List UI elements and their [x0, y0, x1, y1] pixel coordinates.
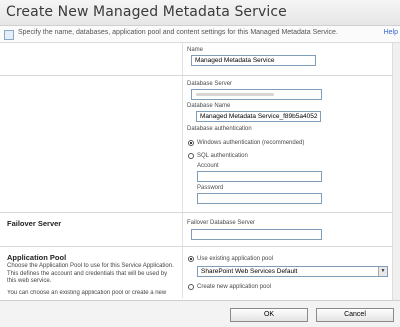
sql-auth-label: SQL authentication: [197, 153, 248, 159]
app-pool-select[interactable]: SharePoint Web Services Default ▼: [197, 266, 388, 277]
database-server-input[interactable]: [191, 89, 322, 100]
help-link[interactable]: Help: [384, 29, 398, 36]
info-icon: [4, 30, 14, 40]
section-divider: [0, 246, 392, 247]
description-bar: Specify the name, databases, application…: [0, 26, 400, 43]
blurred-server-value: [196, 93, 274, 96]
database-name-label: Database Name: [187, 103, 231, 109]
database-name-input[interactable]: Managed Metadata Service_f89b5a4052: [196, 111, 321, 122]
cancel-button[interactable]: Cancel: [316, 308, 394, 322]
account-input[interactable]: [197, 171, 322, 182]
section-divider: [0, 75, 392, 76]
use-existing-pool-label: Use existing application pool: [197, 256, 274, 262]
account-label: Account: [197, 163, 219, 169]
dialog-description: Specify the name, databases, application…: [18, 29, 338, 36]
app-pool-selected: SharePoint Web Services Default: [201, 268, 298, 275]
vertical-scrollbar[interactable]: [392, 43, 400, 300]
dialog-title: Create New Managed Metadata Service: [6, 4, 287, 20]
section-divider: [0, 212, 392, 213]
password-input[interactable]: [197, 193, 322, 204]
database-auth-label: Database authentication: [187, 126, 252, 132]
database-server-label: Database Server: [187, 81, 233, 87]
dialog-footer: OK Cancel: [0, 300, 400, 327]
ok-button[interactable]: OK: [230, 308, 308, 322]
password-label: Password: [197, 185, 224, 191]
app-pool-title: Application Pool: [7, 253, 67, 262]
dialog-titlebar: Create New Managed Metadata Service: [0, 0, 400, 26]
column-divider: [182, 43, 183, 298]
use-existing-pool-radio[interactable]: [188, 256, 194, 262]
failover-server-input[interactable]: [191, 229, 322, 240]
chevron-down-icon[interactable]: ▼: [378, 267, 387, 276]
name-input[interactable]: Managed Metadata Service: [191, 55, 316, 66]
app-pool-description: Choose the Application Pool to use for t…: [7, 263, 174, 284]
create-new-pool-label: Create new application pool: [197, 284, 272, 290]
windows-auth-label: Windows authentication (recommended): [197, 140, 305, 146]
sql-auth-radio[interactable]: [188, 153, 194, 159]
failover-server-label: Failover Database Server: [187, 220, 256, 226]
app-pool-description-2: You can choose an existing application p…: [7, 290, 167, 298]
windows-auth-radio[interactable]: [188, 140, 194, 146]
failover-title: Failover Server: [7, 219, 62, 228]
create-new-pool-radio[interactable]: [188, 284, 194, 290]
name-label: Name: [187, 47, 204, 53]
